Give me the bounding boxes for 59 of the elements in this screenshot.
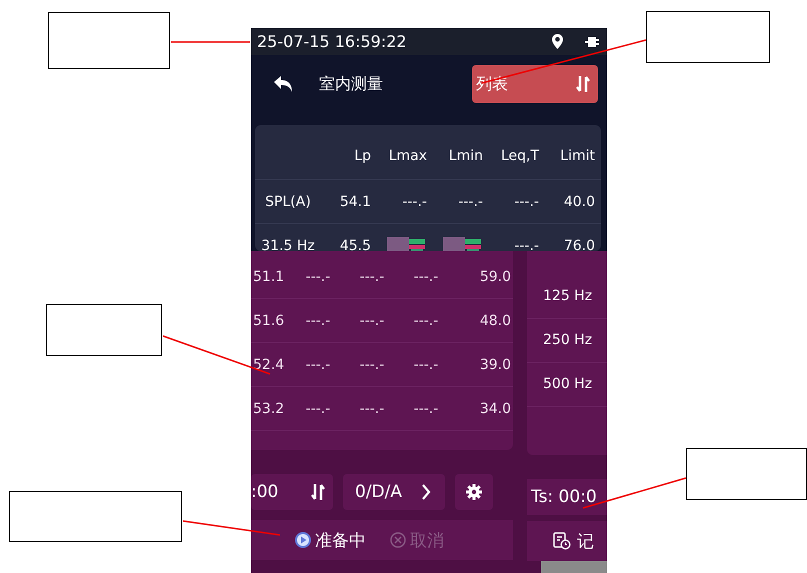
band-label: 250 Hz (527, 319, 607, 363)
table-cell-text: ---.- (513, 238, 539, 251)
table-cell-text: 39.0 (478, 356, 511, 372)
table-cell-text: ---.- (304, 312, 332, 328)
glitch-drawing (387, 236, 427, 251)
blank-panel (541, 561, 607, 573)
chevron-right-icon (421, 483, 431, 501)
band-label: 500 Hz (527, 363, 607, 407)
table-cell-text: ---.- (304, 400, 332, 416)
date-time: 25-07-15 16:59:22 (257, 32, 407, 51)
table-cell-text: 53.2 (252, 400, 286, 416)
mode-button[interactable]: 0/D/A (343, 474, 445, 510)
table-cell-text: ---.- (304, 268, 332, 284)
table-cell-text: ---.- (358, 356, 386, 372)
table-cell-text: 52.4 (252, 356, 286, 372)
column-header: Lp (353, 148, 371, 164)
table-cell-text: ---.- (304, 356, 332, 372)
back-arrow-icon[interactable] (273, 75, 293, 93)
table-cell-text: ---.- (412, 356, 440, 372)
table-cell-text: ---.- (457, 194, 483, 210)
location-pin-icon (552, 34, 563, 49)
column-header: Lmax (388, 148, 427, 164)
settings-icon (466, 484, 482, 500)
close-circle-icon (390, 532, 406, 548)
table-cell-text: 51.6 (252, 312, 286, 328)
sort-icon (576, 75, 590, 93)
settings-button[interactable] (455, 474, 493, 510)
table-cell-text: 45.5 (338, 238, 371, 251)
table-cell-text: 40.0 (562, 194, 595, 210)
table-cell-text: ---.- (401, 194, 427, 210)
time-button[interactable]: :00 (251, 474, 333, 510)
column-header: Leq,T (500, 148, 539, 164)
row-label: SPL(A) (264, 194, 312, 210)
table-cell-text: 34.0 (478, 400, 511, 416)
table-cell-text: ---.- (513, 194, 539, 210)
table-cell-text: 51.1 (252, 268, 286, 284)
table-cell-text: 48.0 (478, 312, 511, 328)
table-cell-text: ---.- (358, 312, 386, 328)
band-label: 125 Hz (527, 275, 607, 319)
table-cell-text: 54.1 (338, 194, 371, 210)
column-header: Limit (559, 148, 595, 164)
screen-title: 室内测量 (319, 74, 384, 94)
table-cell-text: ---.- (412, 268, 440, 284)
row-label: 31.5 Hz (260, 238, 316, 251)
plug-icon (585, 36, 599, 46)
table-cell-text: ---.- (412, 312, 440, 328)
table-cell-text: ---.- (358, 400, 386, 416)
table-cell-text: ---.- (412, 400, 440, 416)
elapsed-time: Ts: 00:0 (527, 479, 607, 515)
record-log-icon (553, 532, 571, 550)
record-button[interactable]: 记 (527, 521, 607, 561)
table-cell-text: 59.0 (478, 268, 511, 284)
sort-icon (311, 483, 325, 501)
table-cell-text: ---.- (358, 268, 386, 284)
column-header: Lmin (448, 148, 483, 164)
table-cell-text: 76.0 (562, 238, 595, 251)
start-button[interactable]: 准备中 (295, 528, 366, 552)
play-circle-icon (295, 532, 311, 548)
glitch-drawing (443, 236, 483, 251)
